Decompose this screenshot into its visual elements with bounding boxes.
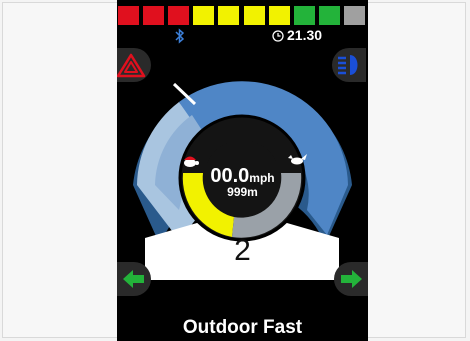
speed-value: 00.0 <box>210 165 250 187</box>
battery-segment <box>318 6 340 25</box>
battery-segment <box>118 6 139 25</box>
arrow-left-icon <box>123 270 144 288</box>
battery-segment <box>343 6 365 25</box>
wheelchair-display: 21.30 00.0mph 999m 2 Outdoor Fast <box>117 0 368 341</box>
drive-profile-name: Outdoor Fast <box>182 317 303 338</box>
battery-segment <box>268 6 290 25</box>
battery-segment <box>293 6 315 25</box>
battery-gauge <box>117 6 368 26</box>
trip-distance: 999m <box>227 185 258 199</box>
battery-segment <box>143 6 165 25</box>
turn-right-button[interactable] <box>334 262 368 296</box>
bluetooth-icon <box>174 28 186 49</box>
speed-unit: mph <box>249 171 275 185</box>
battery-segment <box>218 6 240 25</box>
clock-icon <box>272 29 284 45</box>
arrow-right-icon <box>341 270 362 288</box>
turn-left-button[interactable] <box>117 262 151 296</box>
speed-setting-number: 2 <box>234 234 251 267</box>
battery-segment <box>193 6 215 25</box>
clock-time: 21.30 <box>287 27 323 43</box>
battery-segment <box>168 6 190 25</box>
battery-segment <box>243 6 265 25</box>
clock-display: 21.30 <box>272 27 322 45</box>
